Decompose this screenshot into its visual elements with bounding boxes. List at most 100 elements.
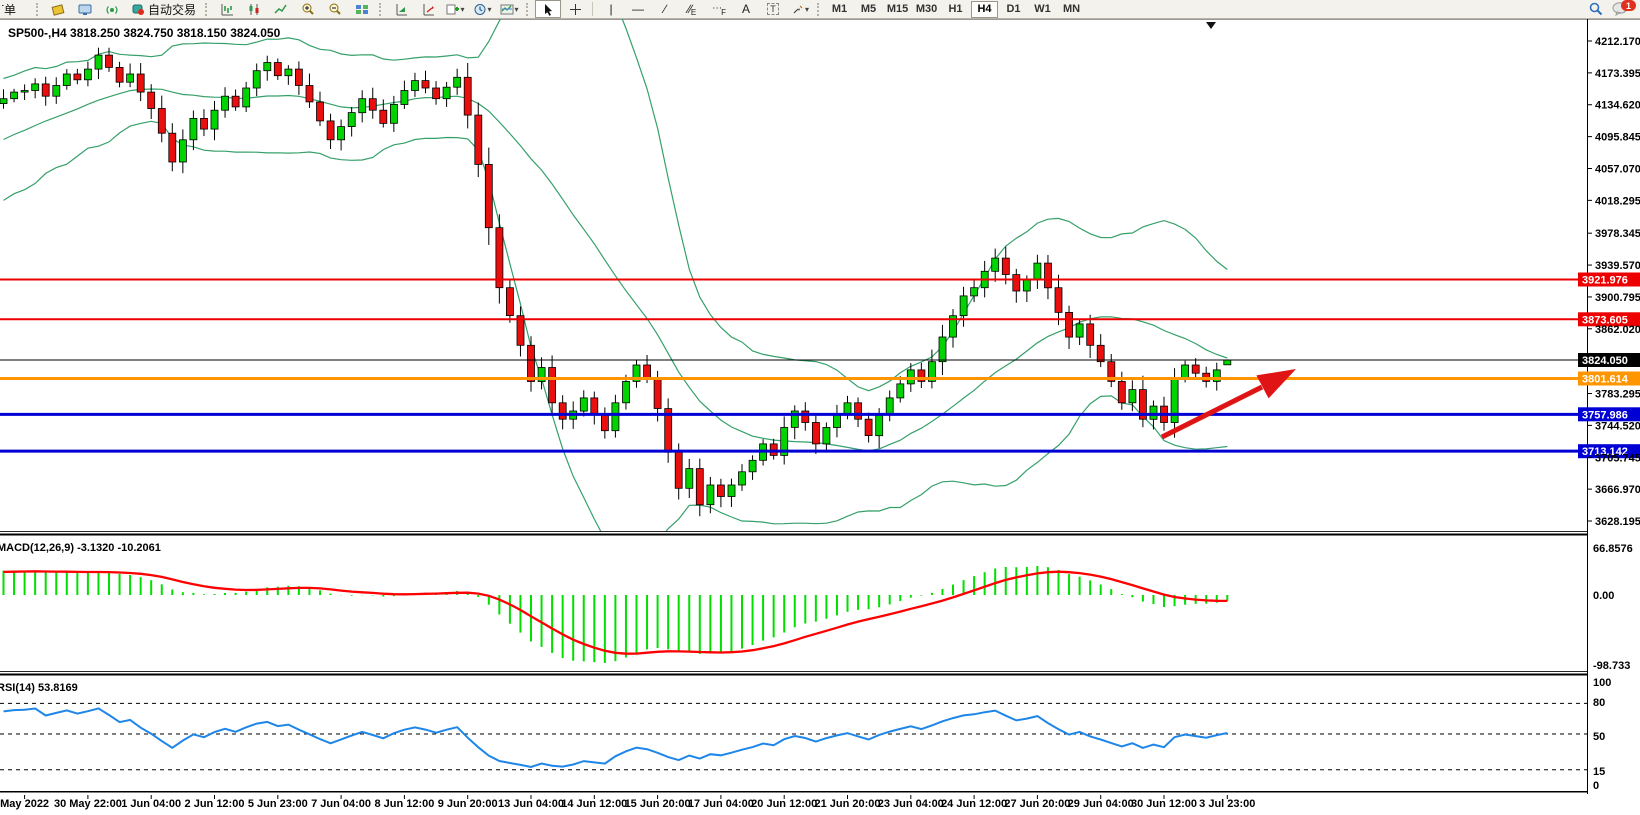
svg-text:2 Jun 12:00: 2 Jun 12:00 xyxy=(185,798,245,810)
new-order-button[interactable] xyxy=(45,0,71,18)
auto-trading-label: 自动交易 xyxy=(148,1,196,18)
line-chart-icon xyxy=(274,3,288,16)
text-tool-button[interactable]: A xyxy=(733,0,759,18)
timeframe-H4[interactable]: H4 xyxy=(971,1,998,18)
rsi-label: RSI(14) 53.8169 xyxy=(0,682,78,694)
new-chart-icon xyxy=(446,3,460,16)
channel-tool-button[interactable]: ∕∕E xyxy=(679,0,705,18)
signal-button[interactable] xyxy=(99,0,125,18)
clock-icon xyxy=(473,3,487,16)
timeframe-M5[interactable]: M5 xyxy=(855,1,882,18)
bar-chart-button[interactable] xyxy=(214,0,240,18)
notifications-button[interactable]: 1 xyxy=(1612,1,1634,17)
svg-text:21 Jun 20:00: 21 Jun 20:00 xyxy=(814,798,880,810)
indicator-cursor-button[interactable] xyxy=(415,0,441,18)
timeframe-MN[interactable]: MN xyxy=(1058,1,1085,18)
chart-period-button[interactable]: ▾ xyxy=(469,0,495,18)
crosshair-icon xyxy=(569,3,582,16)
svg-text:3 Jul 23:00: 3 Jul 23:00 xyxy=(1199,798,1255,810)
toolbar-grip[interactable] xyxy=(205,3,210,16)
cursor-tool-button[interactable] xyxy=(535,0,561,18)
crosshair-tool-button[interactable] xyxy=(562,0,588,18)
candlestick-chart-button[interactable] xyxy=(241,0,267,18)
orders-button-label: 订单 xyxy=(2,1,16,17)
auto-trading-button[interactable]: 自动交易 xyxy=(126,0,201,18)
macd-layer xyxy=(4,566,1228,663)
svg-text:30 Jun 12:00: 30 Jun 12:00 xyxy=(1131,798,1197,810)
svg-text:4134.620: 4134.620 xyxy=(1595,100,1640,112)
svg-text:3744.520: 3744.520 xyxy=(1595,420,1640,432)
svg-text:4212.170: 4212.170 xyxy=(1595,36,1640,48)
svg-text:4095.845: 4095.845 xyxy=(1595,132,1640,144)
auto-trading-icon xyxy=(131,3,145,16)
svg-text:17 Jun 04:00: 17 Jun 04:00 xyxy=(688,798,754,810)
bollinger-bands-layer xyxy=(4,0,1228,553)
last-bar-marker-icon xyxy=(1206,22,1216,29)
timeframe-M1[interactable]: M1 xyxy=(826,1,853,18)
channel-letter: E xyxy=(691,8,696,17)
toolbar-right-group: 1 xyxy=(1582,0,1638,18)
tile-windows-button[interactable] xyxy=(349,0,375,18)
orders-button[interactable]: 订单 xyxy=(2,1,32,17)
trendline-tool-button[interactable]: ∕ xyxy=(652,0,678,18)
timeframe-H1[interactable]: H1 xyxy=(942,1,969,18)
svg-text:0.00: 0.00 xyxy=(1593,590,1614,602)
svg-text:30 May 22:00: 30 May 22:00 xyxy=(54,798,122,810)
rsi-layer xyxy=(0,703,1587,769)
svg-text:66.8576: 66.8576 xyxy=(1593,543,1633,555)
svg-text:3705.745: 3705.745 xyxy=(1595,452,1640,464)
svg-text:3921.976: 3921.976 xyxy=(1582,275,1628,287)
new-chart-button[interactable]: ▾ xyxy=(442,0,468,18)
zoom-out-button[interactable] xyxy=(322,0,348,18)
svg-text:5 Jun 23:00: 5 Jun 23:00 xyxy=(248,798,308,810)
search-icon xyxy=(1588,2,1603,16)
zoom-out-icon xyxy=(328,3,342,16)
search-button[interactable] xyxy=(1582,0,1608,18)
line-chart-button[interactable] xyxy=(268,0,294,18)
chevron-down-icon: ▾ xyxy=(515,5,519,14)
toolbar-grip[interactable] xyxy=(36,3,41,16)
timeframe-M15[interactable]: M15 xyxy=(884,1,911,18)
svg-text:4057.070: 4057.070 xyxy=(1595,163,1640,175)
timeframe-toolbar: M1M5M15M30H1H4D1W1MN xyxy=(826,1,1085,18)
arrows-tool-icon xyxy=(791,3,804,16)
toolbar-grip[interactable] xyxy=(379,3,384,16)
zoom-in-icon xyxy=(301,3,315,16)
zoom-in-button[interactable] xyxy=(295,0,321,18)
svg-text:15: 15 xyxy=(1593,766,1605,778)
timeframe-M30[interactable]: M30 xyxy=(913,1,940,18)
text-label-icon: T xyxy=(767,3,779,15)
fibonacci-tool-button[interactable]: ⋯F xyxy=(706,0,732,18)
template-icon xyxy=(500,3,514,16)
svg-text:3978.345: 3978.345 xyxy=(1595,228,1640,240)
svg-text:3862.020: 3862.020 xyxy=(1595,324,1640,336)
text-tool-icon: A xyxy=(742,3,750,15)
candlestick-chart-icon xyxy=(247,3,261,16)
timeframe-D1[interactable]: D1 xyxy=(1000,1,1027,18)
svg-text:3783.295: 3783.295 xyxy=(1595,389,1640,401)
toolbar-grip[interactable] xyxy=(526,3,531,16)
terminal-icon xyxy=(78,3,92,16)
panel-borders xyxy=(0,19,1640,794)
chart-area[interactable]: 3921.9763873.6053801.6143757.9863713.142… xyxy=(0,0,1640,810)
svg-text:3939.570: 3939.570 xyxy=(1595,260,1640,272)
svg-text:50: 50 xyxy=(1593,731,1605,743)
chevron-down-icon: ▾ xyxy=(461,5,465,14)
toolbar-grip[interactable] xyxy=(817,3,822,16)
arrows-tool-button[interactable]: ▾ xyxy=(787,0,813,18)
vertical-line-tool-button[interactable]: | xyxy=(598,0,624,18)
svg-text:3666.970: 3666.970 xyxy=(1595,484,1640,496)
horizontal-line-tool-button[interactable]: — xyxy=(625,0,651,18)
chevron-down-icon: ▾ xyxy=(488,5,492,14)
indicator-list-button[interactable] xyxy=(388,0,414,18)
svg-text:8 Jun 12:00: 8 Jun 12:00 xyxy=(374,798,434,810)
date-axis[interactable]: May 202230 May 22:001 Jun 04:002 Jun 12:… xyxy=(0,795,1255,810)
bar-chart-icon xyxy=(220,3,234,16)
svg-text:4173.395: 4173.395 xyxy=(1595,68,1640,80)
terminal-button[interactable] xyxy=(72,0,98,18)
chart-template-button[interactable]: ▾ xyxy=(496,0,522,18)
svg-text:3628.195: 3628.195 xyxy=(1595,516,1640,528)
text-label-tool-button[interactable]: T xyxy=(760,0,786,18)
cursor-icon xyxy=(542,3,554,16)
timeframe-W1[interactable]: W1 xyxy=(1029,1,1056,18)
